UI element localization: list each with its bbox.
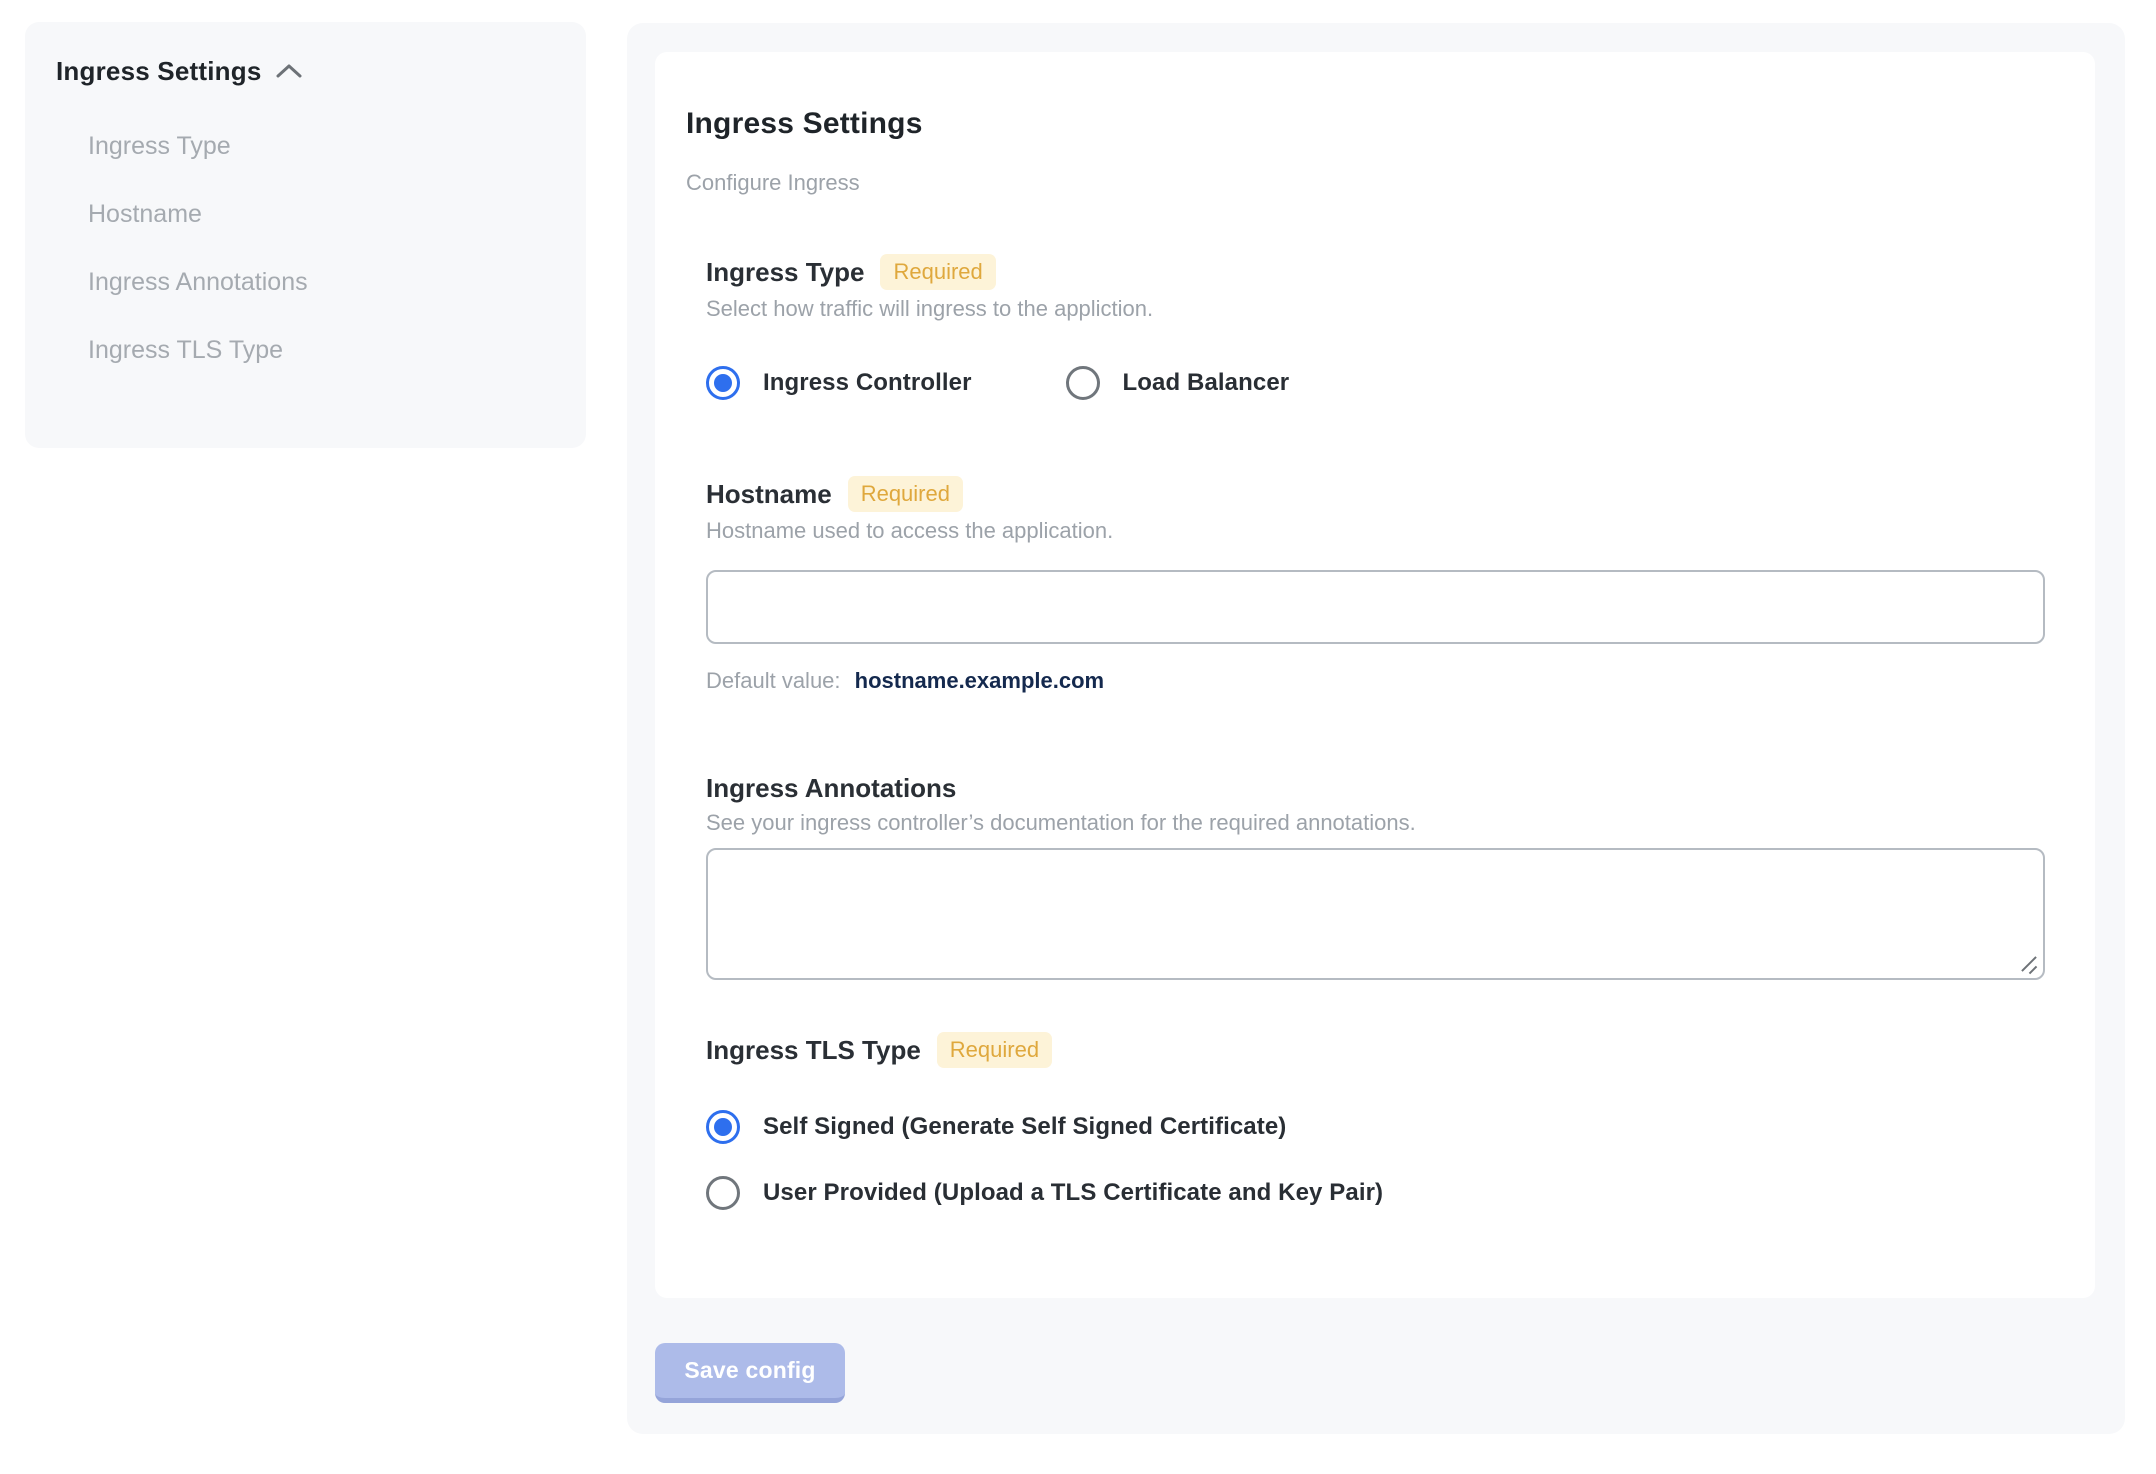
radio-selected-icon[interactable]	[706, 366, 740, 400]
radio-label: Ingress Controller	[763, 369, 972, 396]
hostname-input[interactable]	[706, 570, 2045, 644]
field-hostname: Hostname Required Hostname used to acces…	[706, 476, 2045, 694]
field-ingress-annotations: Ingress Annotations See your ingress con…	[706, 772, 2045, 980]
page-title: Ingress Settings	[686, 107, 923, 140]
ingress-type-radio-group: Ingress Controller Load Balancer	[706, 366, 2045, 400]
ingress-annotations-textarea[interactable]	[706, 848, 2045, 980]
hostname-description: Hostname used to access the application.	[706, 518, 1114, 543]
ingress-type-description: Select how traffic will ingress to the a…	[706, 296, 1154, 321]
radio-option-user-provided[interactable]: User Provided (Upload a TLS Certificate …	[706, 1176, 2045, 1210]
radio-selected-icon[interactable]	[706, 1110, 740, 1144]
required-badge: Required	[847, 476, 963, 512]
field-ingress-type: Ingress Type Required Select how traffic…	[706, 254, 2045, 400]
radio-label: Load Balancer	[1122, 369, 1290, 396]
field-ingress-tls-type: Ingress TLS Type Required Self Signed (G…	[706, 1032, 2045, 1210]
hostname-helper-prefix: Default value:	[706, 668, 841, 693]
sidebar-item-ingress-tls-type[interactable]: Ingress TLS Type	[88, 335, 556, 365]
ingress-settings-card: Ingress Settings Configure Ingress Ingre…	[655, 52, 2095, 1298]
sidebar-item-ingress-type[interactable]: Ingress Type	[88, 131, 556, 161]
sidebar-item-hostname[interactable]: Hostname	[88, 199, 556, 229]
radio-option-ingress-controller[interactable]: Ingress Controller	[706, 366, 972, 400]
required-badge: Required	[880, 254, 996, 290]
resize-handle-icon[interactable]	[2018, 953, 2040, 975]
page-subtitle: Configure Ingress	[686, 170, 860, 195]
hostname-helper: Default value: hostname.example.com	[706, 668, 2045, 694]
radio-unselected-icon[interactable]	[1065, 366, 1100, 400]
required-badge: Required	[936, 1032, 1053, 1068]
sidebar: Ingress Settings Ingress Type Hostname I…	[25, 22, 586, 448]
ingress-tls-type-label: Ingress TLS Type	[706, 1035, 921, 1065]
save-config-button[interactable]: Save config	[655, 1343, 845, 1403]
page: Ingress Settings Ingress Type Hostname I…	[0, 0, 2156, 1474]
ingress-annotations-description: See your ingress controller’s documentat…	[706, 810, 1416, 835]
form-fields: Ingress Type Required Select how traffic…	[706, 254, 2045, 1210]
main-panel: Ingress Settings Configure Ingress Ingre…	[627, 23, 2125, 1434]
radio-option-self-signed[interactable]: Self Signed (Generate Self Signed Certif…	[706, 1110, 2045, 1144]
tls-type-radio-group: Self Signed (Generate Self Signed Certif…	[706, 1110, 2045, 1210]
hostname-default-value: hostname.example.com	[854, 668, 1105, 693]
radio-label: User Provided (Upload a TLS Certificate …	[763, 1179, 1384, 1206]
sidebar-section-toggle[interactable]: Ingress Settings	[56, 56, 556, 87]
chevron-up-icon	[275, 63, 303, 84]
radio-label: Self Signed (Generate Self Signed Certif…	[763, 1113, 1287, 1140]
sidebar-item-ingress-annotations[interactable]: Ingress Annotations	[88, 267, 556, 297]
ingress-type-label: Ingress Type	[706, 257, 865, 287]
ingress-annotations-label: Ingress Annotations	[706, 773, 957, 803]
radio-option-load-balancer[interactable]: Load Balancer	[1065, 366, 1290, 400]
hostname-label: Hostname	[706, 479, 832, 509]
sidebar-section-title: Ingress Settings	[56, 56, 262, 86]
radio-unselected-icon[interactable]	[706, 1176, 740, 1210]
sidebar-nav: Ingress Type Hostname Ingress Annotation…	[56, 131, 556, 365]
